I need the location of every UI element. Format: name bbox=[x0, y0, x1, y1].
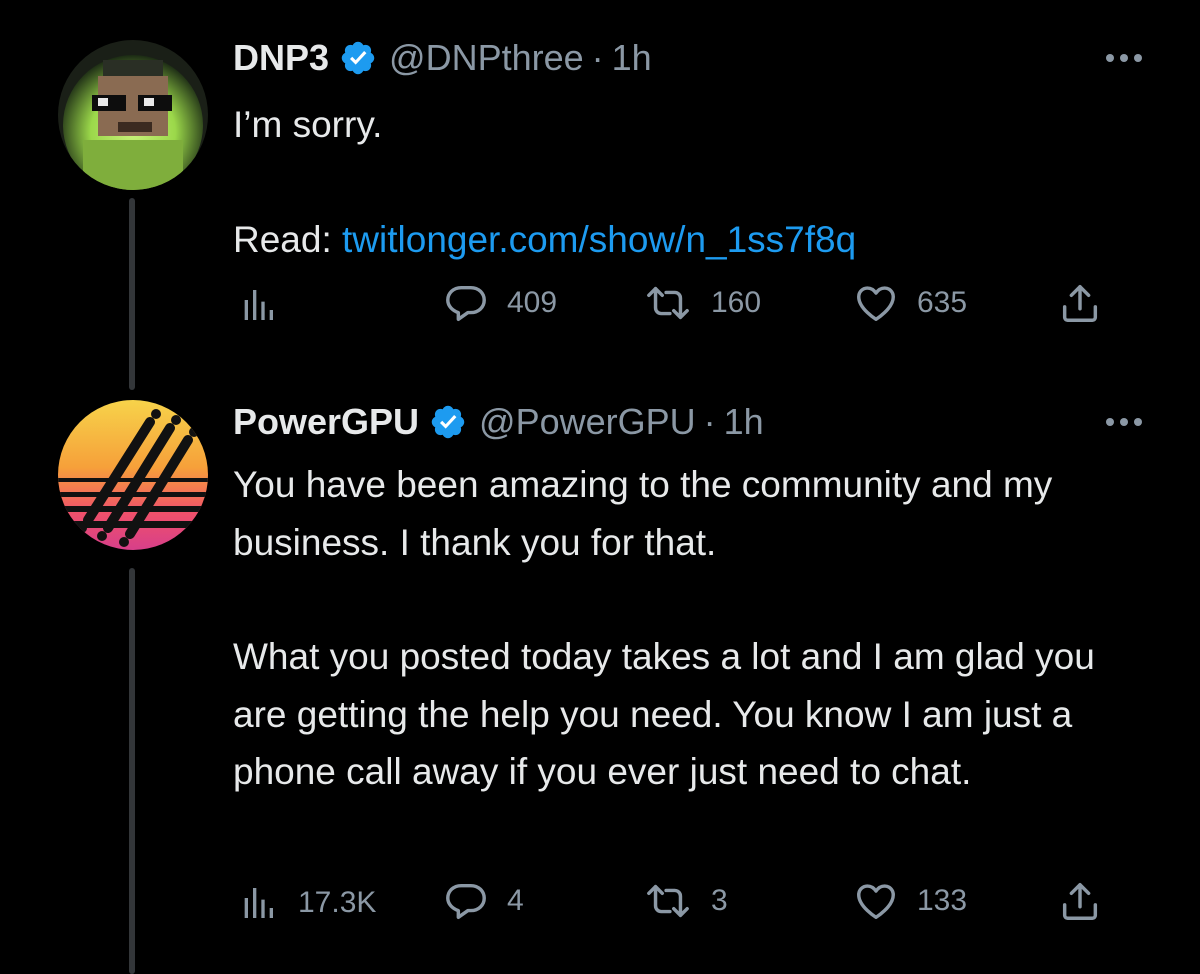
tweet-paragraph: I’m sorry. bbox=[233, 104, 383, 145]
reply-icon bbox=[446, 285, 486, 322]
share-icon bbox=[1062, 882, 1098, 920]
display-name[interactable]: DNP3 bbox=[233, 37, 329, 79]
share-icon bbox=[1062, 284, 1098, 322]
tweet-paragraph bbox=[233, 154, 1133, 211]
handle[interactable]: @DNPthree bbox=[389, 37, 584, 79]
reply-button[interactable]: 4 bbox=[443, 878, 524, 924]
retweet-icon bbox=[647, 286, 689, 320]
timestamp[interactable]: 1h bbox=[724, 401, 764, 443]
thread-line bbox=[129, 568, 135, 974]
tweet-paragraph: You have been amazing to the community a… bbox=[233, 464, 1053, 563]
views-icon bbox=[244, 888, 273, 918]
views-icon bbox=[244, 290, 273, 320]
more-icon[interactable] bbox=[1106, 418, 1142, 426]
reply-icon bbox=[446, 883, 486, 920]
retweet-icon bbox=[647, 884, 689, 918]
tweet-header: DNP3 @DNPthree · 1h bbox=[233, 36, 652, 80]
reply-count: 4 bbox=[507, 884, 524, 917]
like-icon bbox=[857, 884, 895, 920]
views-button[interactable]: 17.3K bbox=[238, 883, 376, 923]
display-name[interactable]: PowerGPU bbox=[233, 401, 419, 443]
separator-dot: · bbox=[591, 37, 604, 78]
tweet-dnp3[interactable]: DNP3 @DNPthree · 1h I’m sorry. Read: twi… bbox=[0, 0, 1200, 390]
retweet-button[interactable]: 3 bbox=[643, 878, 728, 924]
share-button[interactable] bbox=[1057, 280, 1103, 326]
tweet-header: PowerGPU @PowerGPU · 1h bbox=[233, 400, 764, 444]
tweet-actions: 17.3K 4 3 133 bbox=[233, 878, 1113, 928]
separator-dot: · bbox=[703, 401, 716, 442]
timestamp[interactable]: 1h bbox=[612, 37, 652, 79]
reply-button[interactable]: 409 bbox=[443, 280, 557, 326]
handle[interactable]: @PowerGPU bbox=[479, 401, 696, 443]
views-count: 17.3K bbox=[298, 886, 377, 919]
share-button[interactable] bbox=[1057, 878, 1103, 924]
more-icon[interactable] bbox=[1106, 54, 1142, 62]
tweet-powergpu[interactable]: PowerGPU @PowerGPU · 1h You have been am… bbox=[0, 390, 1200, 974]
avatar-image bbox=[58, 400, 208, 550]
twitlonger-link[interactable]: twitlonger.com/show/n_1ss7f8q bbox=[342, 219, 856, 260]
read-prefix: Read: bbox=[233, 218, 343, 260]
reply-count: 409 bbox=[507, 286, 558, 319]
thread-line bbox=[129, 198, 135, 390]
retweet-count: 3 bbox=[711, 884, 728, 917]
tweet-actions: 409 160 635 bbox=[233, 280, 1113, 330]
avatar[interactable] bbox=[58, 40, 208, 190]
like-count: 635 bbox=[917, 286, 968, 319]
like-icon bbox=[857, 286, 895, 322]
verified-badge-icon bbox=[341, 41, 375, 75]
like-count: 133 bbox=[917, 884, 968, 917]
tweet-paragraph: What you posted today takes a lot and I … bbox=[233, 636, 1095, 792]
like-button[interactable]: 635 bbox=[853, 280, 967, 326]
avatar-image bbox=[58, 40, 208, 190]
verified-badge-icon bbox=[431, 405, 465, 439]
tweet-text: You have been amazing to the community a… bbox=[233, 456, 1113, 801]
avatar[interactable] bbox=[58, 400, 208, 550]
tweet-text: I’m sorry. Read: twitlonger.com/show/n_1… bbox=[233, 96, 1133, 268]
views-button[interactable] bbox=[238, 285, 296, 325]
like-button[interactable]: 133 bbox=[853, 878, 967, 924]
retweet-button[interactable]: 160 bbox=[643, 280, 761, 326]
retweet-count: 160 bbox=[711, 286, 762, 319]
